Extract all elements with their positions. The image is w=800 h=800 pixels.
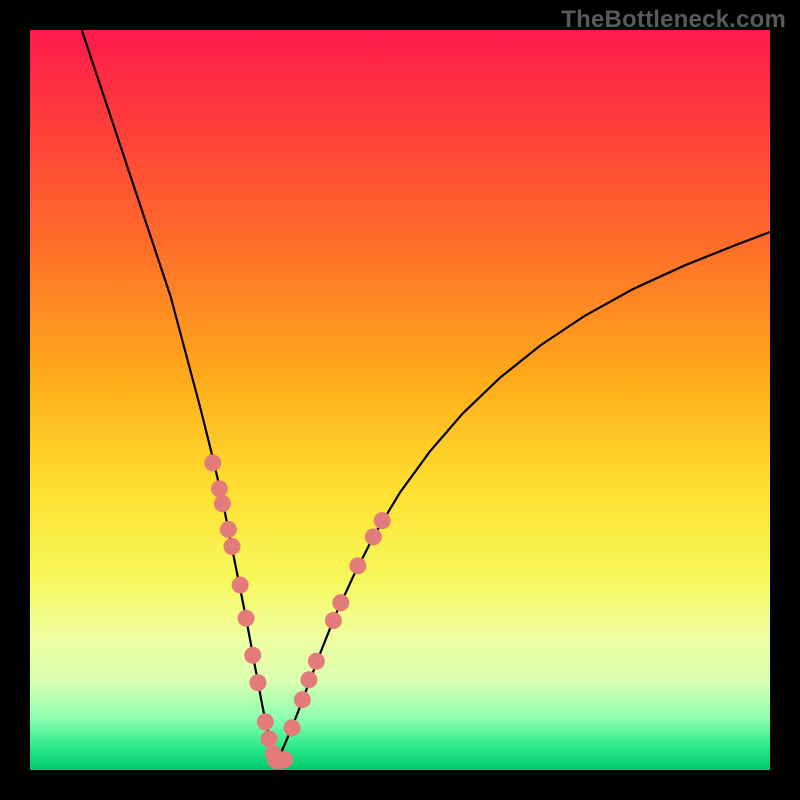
highlight-dot bbox=[232, 577, 249, 594]
highlight-dot bbox=[238, 610, 255, 627]
highlight-dot bbox=[294, 691, 311, 708]
highlight-dot bbox=[257, 713, 274, 730]
highlight-dot bbox=[224, 538, 241, 555]
watermark-text: TheBottleneck.com bbox=[561, 6, 786, 34]
highlight-dot bbox=[244, 647, 261, 664]
chart-svg bbox=[30, 30, 770, 770]
plot-area bbox=[30, 30, 770, 770]
highlight-dot bbox=[365, 528, 382, 545]
highlight-dot bbox=[214, 495, 231, 512]
highlight-dot bbox=[276, 751, 293, 768]
highlight-dot bbox=[332, 594, 349, 611]
highlight-dot bbox=[349, 557, 366, 574]
chart-frame: TheBottleneck.com bbox=[0, 0, 800, 800]
highlight-dot bbox=[308, 653, 325, 670]
highlight-dot bbox=[374, 512, 391, 529]
highlight-dots bbox=[204, 454, 390, 768]
highlight-dot bbox=[220, 521, 237, 538]
highlight-dot bbox=[300, 671, 317, 688]
highlight-dot bbox=[249, 674, 266, 691]
highlight-dot bbox=[325, 612, 342, 629]
highlight-dot bbox=[211, 480, 228, 497]
highlight-dot bbox=[204, 454, 221, 471]
highlight-dot bbox=[283, 719, 300, 736]
highlight-dot bbox=[261, 730, 278, 747]
curve-right-branch bbox=[276, 232, 770, 762]
